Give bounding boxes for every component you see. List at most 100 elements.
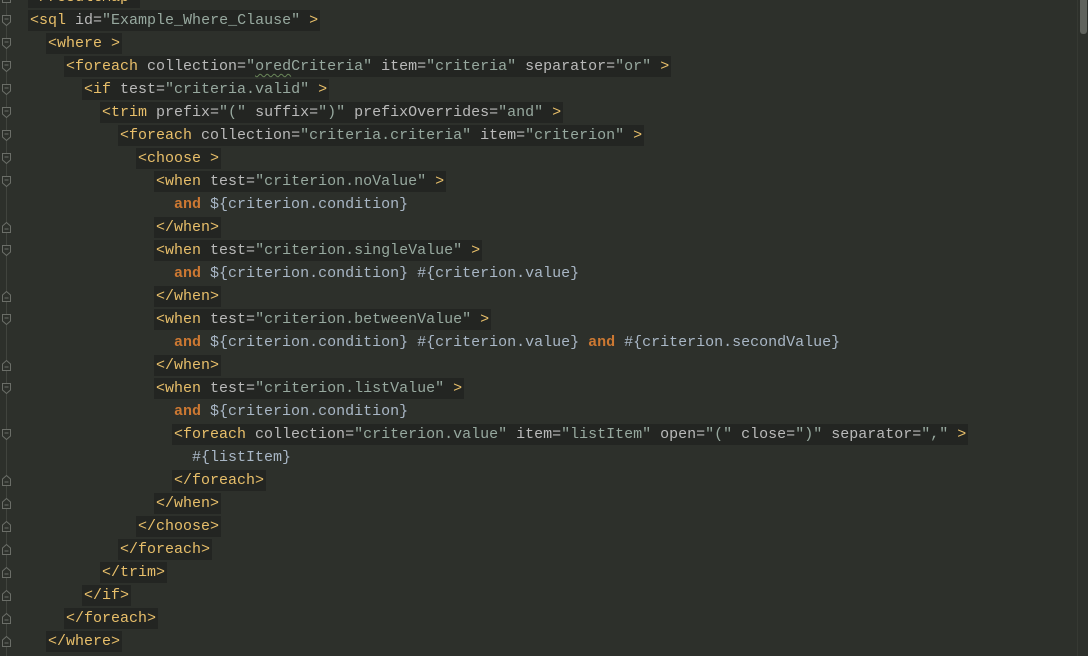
code-line[interactable]: </foreach> — [12, 469, 1064, 492]
xml-tag: <choose > — [138, 150, 220, 167]
code-line[interactable]: <when test="criterion.betweenValue" > — [12, 308, 1064, 331]
code-line[interactable]: <sql id="Example_Where_Clause" > — [12, 9, 1064, 32]
code-line[interactable]: <trim prefix="(" suffix=")" prefixOverri… — [12, 101, 1064, 124]
tag-highlight: </foreach> — [66, 608, 157, 629]
fold-open-icon[interactable] — [2, 38, 11, 49]
code-line[interactable]: </choose> — [12, 515, 1064, 538]
code-line[interactable]: #{listItem} — [12, 446, 1064, 469]
tag-highlight: <when test="criterion.listValue" > — [156, 378, 463, 399]
attribute-name: id= — [66, 12, 103, 29]
fold-open-icon[interactable] — [2, 245, 11, 256]
xml-tag: <if — [84, 81, 112, 98]
fold-close-icon[interactable] — [2, 567, 11, 578]
code-area[interactable]: </resultMap> <sql id="Example_Where_Clau… — [12, 0, 1064, 653]
xml-tag: <trim — [102, 104, 148, 121]
fold-open-icon[interactable] — [2, 153, 11, 164]
code-line[interactable]: </if> — [12, 584, 1064, 607]
fold-open-icon[interactable] — [2, 429, 11, 440]
code-line[interactable]: <foreach collection="criteria.criteria" … — [12, 124, 1064, 147]
fold-close-icon[interactable] — [2, 360, 11, 371]
tag-highlight: </where> — [48, 631, 121, 652]
keyword-and: and — [174, 196, 202, 213]
xml-tag: <sql — [30, 12, 67, 29]
tag-highlight: </trim> — [102, 562, 166, 583]
tag-highlight: </when> — [156, 493, 220, 514]
fold-close-icon[interactable] — [2, 544, 11, 555]
code-line[interactable]: </when> — [12, 354, 1064, 377]
code-line[interactable]: <foreach collection="oredCriteria" item=… — [12, 55, 1064, 78]
tag-highlight: <sql id="Example_Where_Clause" > — [30, 10, 319, 31]
code-line[interactable]: </foreach> — [12, 607, 1064, 630]
keyword-and: and — [174, 403, 202, 420]
attribute-value: "criteria.valid" — [165, 81, 310, 98]
fold-open-icon[interactable] — [2, 15, 11, 26]
attribute-value: "criteria.criteria" — [300, 127, 472, 144]
attribute-name: open= — [651, 426, 706, 443]
fold-close-icon[interactable] — [2, 475, 11, 486]
code-line[interactable]: <if test="criteria.valid" > — [12, 78, 1064, 101]
fold-open-icon[interactable] — [2, 314, 11, 325]
fold-open-icon[interactable] — [2, 84, 11, 95]
fold-close-icon[interactable] — [2, 636, 11, 647]
xml-tag: > — [543, 104, 562, 121]
fold-close-icon[interactable] — [2, 498, 11, 509]
fold-open-icon[interactable] — [2, 176, 11, 187]
fold-open-icon[interactable] — [2, 107, 11, 118]
attribute-value: "criterion.listValue" — [255, 380, 445, 397]
code-line[interactable]: </when> — [12, 285, 1064, 308]
code-line[interactable]: </when> — [12, 216, 1064, 239]
tag-highlight: <choose > — [138, 148, 220, 169]
attribute-name: separator= — [822, 426, 922, 443]
xml-tag: > — [462, 242, 481, 259]
fold-open-icon[interactable] — [2, 383, 11, 394]
code-line[interactable]: <when test="criterion.listValue" > — [12, 377, 1064, 400]
xml-tag: </when> — [156, 219, 220, 236]
xml-tag: </choose> — [138, 518, 220, 535]
fold-close-icon[interactable] — [2, 521, 11, 532]
xml-tag: <when — [156, 242, 202, 259]
code-line[interactable]: </when> — [12, 492, 1064, 515]
fold-close-icon[interactable] — [2, 0, 11, 3]
scrollbar-thumb[interactable] — [1080, 0, 1087, 34]
code-editor[interactable]: </resultMap> <sql id="Example_Where_Clau… — [0, 0, 1088, 656]
fold-close-icon[interactable] — [2, 222, 11, 233]
attribute-name: collection= — [246, 426, 355, 443]
fold-close-icon[interactable] — [2, 613, 11, 624]
fold-close-icon[interactable] — [2, 291, 11, 302]
tag-highlight: <foreach collection="criteria.criteria" … — [120, 125, 643, 146]
code-line[interactable]: <when test="criterion.singleValue" > — [12, 239, 1064, 262]
code-line[interactable]: and ${criterion.condition} — [12, 193, 1064, 216]
code-line[interactable]: <when test="criterion.noValue" > — [12, 170, 1064, 193]
code-line[interactable]: </where> — [12, 630, 1064, 653]
code-line[interactable]: </resultMap> — [12, 0, 1064, 9]
xml-tag: </trim> — [102, 564, 166, 581]
attribute-value: "Example_Where_Clause" — [102, 12, 301, 29]
fold-open-icon[interactable] — [2, 130, 11, 141]
code-line[interactable]: </foreach> — [12, 538, 1064, 561]
code-line[interactable]: and ${criterion.condition} — [12, 400, 1064, 423]
code-line[interactable]: and ${criterion.condition} #{criterion.v… — [12, 331, 1064, 354]
vertical-scrollbar[interactable] — [1077, 0, 1088, 656]
code-line[interactable]: <where > — [12, 32, 1064, 55]
attribute-value: "criteria" — [426, 58, 517, 75]
fold-close-icon[interactable] — [2, 590, 11, 601]
code-line[interactable]: and ${criterion.condition} #{criterion.v… — [12, 262, 1064, 285]
attribute-name: item= — [507, 426, 562, 443]
attribute-value: "criterion.value" — [354, 426, 508, 443]
code-line[interactable]: </trim> — [12, 561, 1064, 584]
fold-open-icon[interactable] — [2, 61, 11, 72]
attribute-value: "," — [921, 426, 949, 443]
attribute-value: "or" — [615, 58, 652, 75]
code-line[interactable]: <choose > — [12, 147, 1064, 170]
xml-tag: <when — [156, 380, 202, 397]
code-line[interactable]: <foreach collection="criterion.value" it… — [12, 423, 1064, 446]
